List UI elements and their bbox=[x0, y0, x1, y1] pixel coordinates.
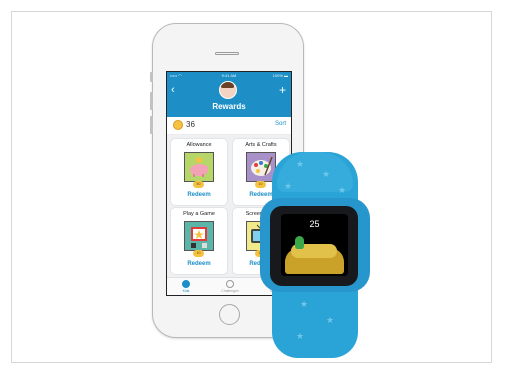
volume-up-button bbox=[150, 92, 153, 110]
tab-label: Challenges bbox=[221, 289, 239, 293]
coin-icon bbox=[173, 120, 183, 130]
reward-title: Allowance bbox=[186, 142, 212, 148]
reward-card-play-a-game[interactable]: Play a Game 10 Redeem bbox=[171, 208, 227, 274]
trophy-icon bbox=[226, 280, 234, 288]
reward-title: Play a Game bbox=[183, 211, 215, 217]
star-pattern-icon: ★ bbox=[300, 299, 309, 309]
star-pattern-icon: ★ bbox=[296, 159, 305, 169]
watch-band-bottom bbox=[284, 292, 346, 352]
chevron-left-icon[interactable]: ‹ bbox=[171, 85, 175, 96]
piggy-bank-icon bbox=[184, 152, 214, 182]
board-game-icon bbox=[184, 221, 214, 251]
mute-switch bbox=[150, 72, 153, 82]
watch-coin-count: 25 bbox=[309, 219, 320, 229]
coin-cost-badge: 10 bbox=[193, 250, 204, 257]
app-header: ••••• ◠ 9:41 AM 100% ▬ ‹ + Rewards bbox=[167, 72, 291, 117]
coin-cost-badge: 10 bbox=[255, 181, 266, 188]
phone-speaker bbox=[215, 52, 239, 55]
redeem-button[interactable]: Redeem bbox=[171, 261, 227, 267]
redeem-button[interactable]: Redeem bbox=[171, 192, 227, 198]
star-pattern-icon: ★ bbox=[284, 181, 293, 191]
star-pattern-icon: ★ bbox=[322, 169, 331, 179]
sort-button[interactable]: Sort bbox=[275, 121, 286, 127]
tab-kids[interactable]: Kids bbox=[171, 280, 201, 293]
reward-title: Arts & Crafts bbox=[245, 142, 277, 148]
plus-icon[interactable]: + bbox=[279, 84, 286, 96]
kids-icon bbox=[182, 280, 190, 288]
tab-label: Kids bbox=[182, 289, 190, 293]
coin-count: 36 bbox=[186, 120, 195, 129]
status-battery: 100% ▬ bbox=[272, 73, 288, 78]
volume-down-button bbox=[150, 116, 153, 134]
parrot-icon bbox=[295, 236, 304, 249]
coin-balance-bar: 36 Sort bbox=[167, 117, 291, 135]
coin-cost-badge: 50 bbox=[193, 181, 204, 188]
star-pattern-icon: ★ bbox=[338, 185, 347, 195]
star-pattern-icon: ★ bbox=[296, 331, 305, 341]
home-button[interactable] bbox=[219, 304, 240, 325]
tab-challenges[interactable]: Challenges bbox=[215, 280, 245, 293]
page-title: Rewards bbox=[212, 102, 246, 111]
avatar[interactable] bbox=[219, 81, 237, 99]
star-pattern-icon: ★ bbox=[326, 315, 335, 325]
watch-screen: 25 bbox=[281, 214, 348, 276]
reward-card-allowance[interactable]: Allowance 50 Redeem bbox=[171, 139, 227, 205]
